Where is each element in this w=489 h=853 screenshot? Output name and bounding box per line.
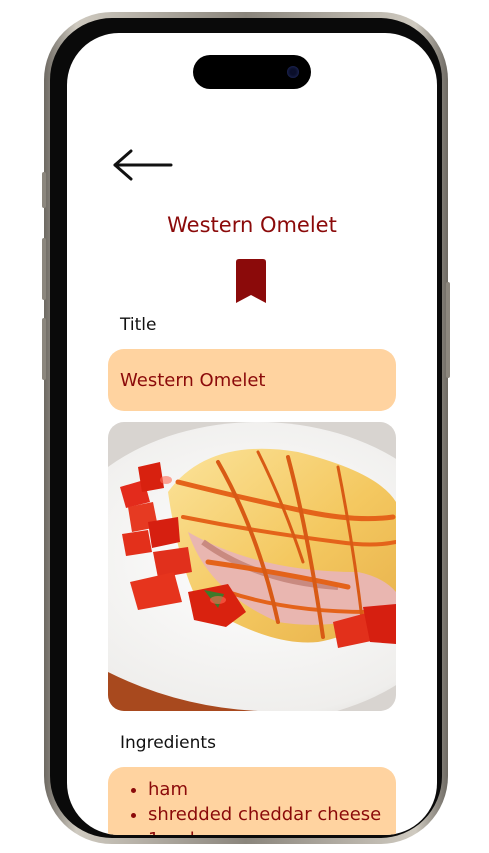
bookmark-icon[interactable] bbox=[233, 259, 269, 305]
volume-up-button bbox=[42, 238, 46, 300]
title-label: Title bbox=[120, 315, 157, 335]
ingredients-label: Ingredients bbox=[120, 733, 216, 753]
action-button bbox=[42, 172, 46, 208]
list-item: 1 red pepper bbox=[148, 827, 396, 835]
arrow-left-icon[interactable] bbox=[111, 149, 175, 181]
list-item: ham bbox=[148, 777, 396, 802]
ingredients-list: ham shredded cheddar cheese 1 red pepper bbox=[108, 767, 396, 835]
omelet-image bbox=[108, 422, 396, 711]
title-field[interactable]: Western Omelet bbox=[108, 349, 396, 411]
volume-down-button bbox=[42, 318, 46, 380]
app-screen: Western Omelet Title Western Omelet Ingr… bbox=[67, 33, 437, 835]
title-value: Western Omelet bbox=[120, 369, 266, 391]
phone-bezel: Western Omelet Title Western Omelet Ingr… bbox=[50, 18, 442, 838]
omelet-photo bbox=[108, 422, 396, 711]
front-camera-icon bbox=[287, 66, 299, 78]
page-title: Western Omelet bbox=[167, 213, 337, 237]
power-button bbox=[446, 282, 450, 378]
phone-frame: Western Omelet Title Western Omelet Ingr… bbox=[44, 12, 448, 844]
dynamic-island bbox=[193, 55, 311, 89]
list-item: shredded cheddar cheese bbox=[148, 802, 396, 827]
